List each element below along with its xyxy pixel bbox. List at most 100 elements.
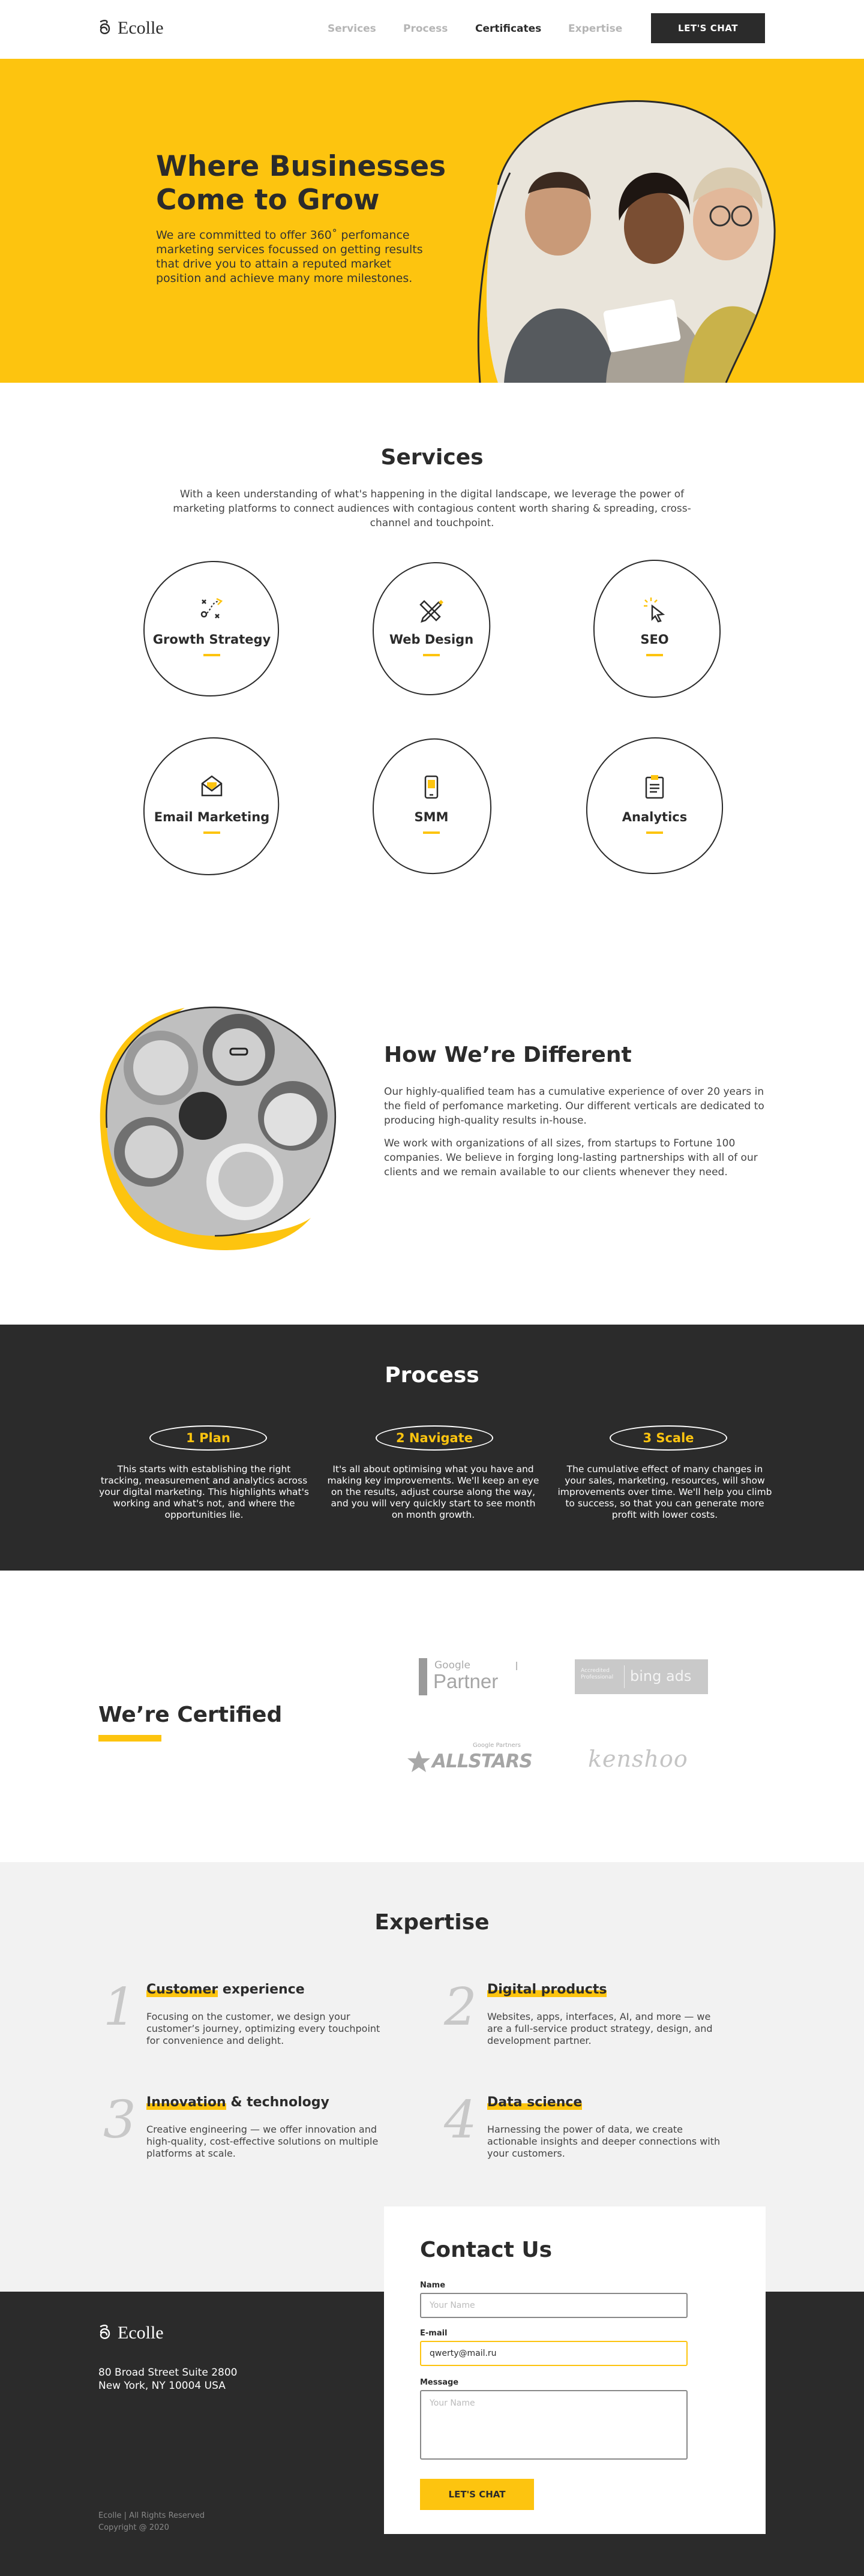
expertise-heading-highlight: Innovation bbox=[146, 2095, 226, 2110]
page: Ecolle Services Process Certificates Exp… bbox=[0, 0, 864, 2576]
service-email-marketing[interactable]: Email Marketing bbox=[137, 734, 287, 878]
expertise-text-innovation: Creative engineering — we offer innovati… bbox=[146, 2124, 379, 2159]
hero-text: We are committed to offer 360˚ perfomanc… bbox=[156, 229, 423, 285]
expertise-title: Expertise bbox=[374, 1910, 490, 1935]
service-label: SEO bbox=[640, 632, 669, 647]
contact-form: Contact Us Name E-mail Message LET'S CHA… bbox=[384, 2206, 766, 2534]
badge-accredited-line2: Professional bbox=[581, 1674, 614, 1680]
badge-accredited-line1: Accredited bbox=[581, 1668, 610, 1674]
process-step-navigate[interactable]: 2 Navigate bbox=[376, 1425, 493, 1451]
different-paragraph-1: Our highly-qualified team has a cumulati… bbox=[384, 1086, 764, 1127]
nav-certificates[interactable]: Certificates bbox=[475, 23, 541, 35]
process-step-scale[interactable]: 3 Scale bbox=[610, 1425, 727, 1451]
cursor-click-icon bbox=[580, 596, 730, 628]
process-step-plan[interactable]: 1 Plan bbox=[149, 1425, 267, 1451]
strategy-icon bbox=[137, 596, 287, 625]
process-text-scale: The cumulative effect of many changes in… bbox=[557, 1464, 772, 1520]
logo[interactable]: Ecolle bbox=[98, 18, 164, 38]
kenshoo-badge: kenshoo bbox=[588, 1746, 688, 1772]
service-label: SMM bbox=[414, 810, 449, 824]
footer-logo-text: Ecolle bbox=[118, 2323, 164, 2343]
service-underline bbox=[646, 654, 663, 656]
expertise-heading-data: Data science bbox=[487, 2095, 583, 2110]
service-analytics[interactable]: Analytics bbox=[580, 734, 730, 878]
service-smm[interactable]: SMM bbox=[356, 734, 506, 878]
badge-divider bbox=[624, 1665, 625, 1688]
hero-title-line1: Where Businesses bbox=[156, 150, 446, 183]
badge-allstars-text: ALLSTARS bbox=[432, 1751, 533, 1772]
copyright-line-1: Ecolle | All Rights Reserved bbox=[98, 2511, 205, 2520]
expertise-heading-customer: Customer experience bbox=[146, 1982, 305, 1997]
service-underline bbox=[423, 654, 440, 656]
bing-ads-badge: Accredited Professional bing ads bbox=[575, 1659, 708, 1694]
star-icon bbox=[407, 1751, 430, 1772]
contact-title: Contact Us bbox=[420, 2238, 553, 2262]
badge-google-text: Google bbox=[434, 1659, 470, 1671]
badge-divider bbox=[516, 1662, 517, 1670]
expertise-number: 4 bbox=[444, 2090, 477, 2150]
expertise-heading-highlight: Data science bbox=[487, 2095, 583, 2110]
google-partner-badge: Google Partner bbox=[419, 1656, 527, 1698]
name-label: Name bbox=[420, 2281, 446, 2290]
service-label: Analytics bbox=[622, 810, 688, 824]
badge-side-bar bbox=[419, 1658, 427, 1695]
expertise-text-digital: Websites, apps, interfaces, AI, and more… bbox=[487, 2011, 713, 2046]
process-title: Process bbox=[385, 1363, 479, 1388]
expertise-heading-highlight: Digital products bbox=[487, 1982, 607, 1997]
service-web-design[interactable]: Web Design bbox=[356, 557, 506, 701]
nav-services[interactable]: Services bbox=[328, 23, 376, 35]
smartphone-icon bbox=[356, 774, 506, 805]
different-title: How We’re Different bbox=[384, 1043, 632, 1067]
hero-title-line2: Come to Grow bbox=[156, 184, 380, 217]
expertise-heading-innovation: Innovation & technology bbox=[146, 2095, 329, 2110]
expertise-heading-digital: Digital products bbox=[487, 1982, 607, 1997]
expertise-number: 1 bbox=[103, 1977, 136, 2037]
email-field[interactable] bbox=[420, 2341, 688, 2366]
expertise-number: 3 bbox=[103, 2090, 136, 2150]
ecolle-logo-icon bbox=[100, 20, 110, 34]
clipboard-icon bbox=[580, 774, 730, 805]
expertise-text-customer: Focusing on the customer, we design your… bbox=[146, 2011, 380, 2046]
submit-lets-chat-button[interactable]: LET'S CHAT bbox=[420, 2479, 534, 2510]
process-text-plan: This starts with establishing the right … bbox=[99, 1464, 309, 1520]
email-label: E-mail bbox=[420, 2329, 448, 2338]
expertise-text-data: Harnessing the power of data, we create … bbox=[487, 2124, 721, 2159]
service-underline bbox=[203, 831, 220, 834]
address-line-2: New York, NY 10004 USA bbox=[98, 2380, 226, 2392]
process-text-navigate: It's all about optimising what you have … bbox=[327, 1464, 539, 1520]
logo-text: Ecolle bbox=[118, 18, 164, 38]
team-photo bbox=[100, 1006, 337, 1250]
footer-address: 80 Broad Street Suite 2800 New York, NY … bbox=[98, 2366, 237, 2392]
process-section: Process 1 Plan 2 Navigate 3 Scale This s… bbox=[0, 1325, 864, 1571]
badge-google-partners-text: Google Partners bbox=[473, 1742, 521, 1749]
services-description: With a keen understanding of what's happ… bbox=[173, 488, 691, 529]
nav-process[interactable]: Process bbox=[403, 23, 448, 35]
site-header: Ecolle Services Process Certificates Exp… bbox=[0, 0, 864, 59]
badge-accredited-text: Accredited Professional bbox=[581, 1668, 613, 1681]
name-field[interactable] bbox=[420, 2293, 688, 2318]
service-growth-strategy[interactable]: Growth Strategy bbox=[137, 557, 287, 701]
badge-partner-text: Partner bbox=[433, 1670, 499, 1692]
expertise-heading-highlight: Customer bbox=[146, 1982, 218, 1997]
hero-section: Where Businesses Come to Grow We are com… bbox=[0, 59, 864, 383]
address-line-1: 80 Broad Street Suite 2800 bbox=[98, 2367, 238, 2379]
design-tools-icon bbox=[356, 596, 506, 628]
expertise-heading-rest: experience bbox=[218, 1982, 305, 1997]
service-underline bbox=[646, 831, 663, 834]
hero-photo bbox=[477, 100, 776, 383]
footer-logo[interactable]: Ecolle bbox=[98, 2323, 164, 2343]
google-allstars-badge: Google Partners ALLSTARS bbox=[407, 1742, 533, 1778]
nav-expertise[interactable]: Expertise bbox=[568, 23, 622, 35]
expertise-number: 2 bbox=[444, 1977, 477, 2037]
expertise-heading-rest: & technology bbox=[226, 2095, 329, 2110]
different-paragraph-2: We work with organizations of all sizes,… bbox=[384, 1137, 758, 1178]
footer-copyright: Ecolle | All Rights Reserved Copyright @… bbox=[98, 2510, 205, 2534]
certified-title: We’re Certified bbox=[98, 1703, 283, 1727]
badge-bing-text: bing ads bbox=[630, 1668, 692, 1685]
message-field[interactable] bbox=[420, 2390, 688, 2460]
service-underline bbox=[203, 654, 220, 656]
copyright-line-2: Copyright @ 2020 bbox=[98, 2523, 169, 2532]
service-label: Web Design bbox=[389, 632, 474, 647]
service-seo[interactable]: SEO bbox=[580, 557, 730, 701]
lets-chat-button[interactable]: LET'S CHAT bbox=[651, 13, 765, 43]
